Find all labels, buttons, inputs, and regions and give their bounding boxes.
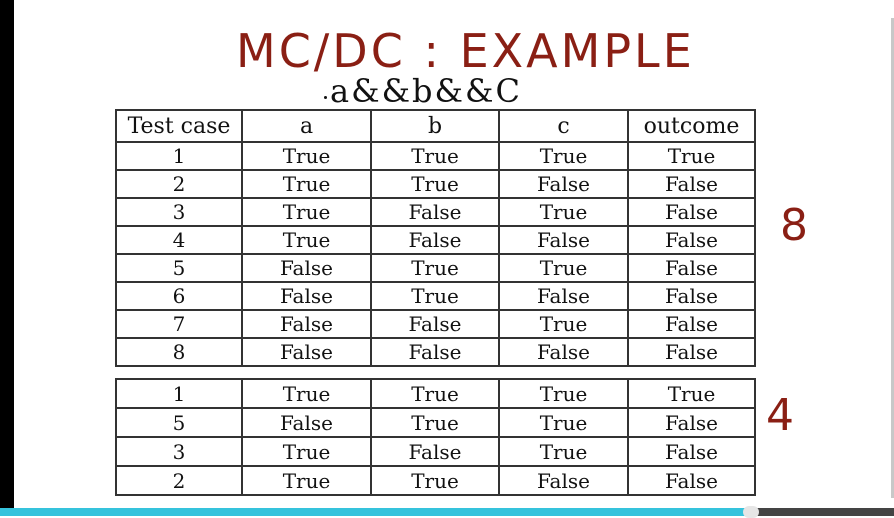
cell-a: True (241, 141, 372, 171)
cell-c: False (498, 169, 629, 199)
cell-c: False (498, 465, 629, 496)
table-row: 1 True True True True (115, 141, 756, 171)
cell-c: False (498, 225, 629, 255)
table-header-row: Test case a b c outcome (115, 109, 756, 143)
cell-b: True (370, 378, 500, 409)
table-row: 3 True False True False (115, 197, 756, 227)
cell-test-case: 6 (115, 281, 243, 311)
cell-outcome: False (627, 169, 756, 199)
cell-b: False (370, 436, 500, 467)
cell-test-case: 2 (115, 465, 243, 496)
video-progress-handle[interactable] (742, 506, 759, 518)
cell-a: True (241, 436, 372, 467)
table-row: 6 False True False False (115, 281, 756, 311)
cell-test-case: 5 (115, 407, 243, 438)
cell-c: False (498, 281, 629, 311)
cell-outcome: False (627, 465, 756, 496)
table-row: 2 True True False False (115, 465, 756, 496)
cell-outcome: False (627, 436, 756, 467)
cell-outcome: False (627, 309, 756, 339)
cell-c: True (498, 436, 629, 467)
cell-a: False (241, 337, 372, 367)
cell-b: True (370, 141, 500, 171)
cell-b: True (370, 281, 500, 311)
header-c: c (498, 109, 629, 143)
cell-a: False (241, 281, 372, 311)
cell-b: True (370, 407, 500, 438)
cell-outcome: False (627, 197, 756, 227)
cell-a: True (241, 197, 372, 227)
mcdc-table-count: 4 (766, 390, 794, 441)
cell-outcome: False (627, 407, 756, 438)
header-b: b (370, 109, 500, 143)
cell-b: True (370, 465, 500, 496)
cell-test-case: 7 (115, 309, 243, 339)
cell-c: False (498, 337, 629, 367)
table-row: 4 True False False False (115, 225, 756, 255)
cell-test-case: 5 (115, 253, 243, 283)
cell-test-case: 3 (115, 197, 243, 227)
cell-b: False (370, 337, 500, 367)
table-row: 5 False True True False (115, 407, 756, 438)
cell-outcome: False (627, 253, 756, 283)
table-row: 3 True False True False (115, 436, 756, 467)
cell-test-case: 1 (115, 378, 243, 409)
cell-outcome: False (627, 281, 756, 311)
header-test-case: Test case (115, 109, 243, 143)
cell-outcome: False (627, 337, 756, 367)
cell-outcome: False (627, 225, 756, 255)
cell-a: True (241, 378, 372, 409)
full-truth-table: Test case a b c outcome 1 True True True Tru… (115, 109, 756, 367)
cell-outcome: True (627, 141, 756, 171)
table-row: 8 False False False False (115, 337, 756, 367)
table-row: 7 False False True False (115, 309, 756, 339)
cell-c: True (498, 197, 629, 227)
cell-a: True (241, 225, 372, 255)
cell-test-case: 4 (115, 225, 243, 255)
video-frame-left-border (0, 0, 14, 516)
cell-c: True (498, 378, 629, 409)
header-a: a (241, 109, 372, 143)
cell-test-case: 2 (115, 169, 243, 199)
table-row: 2 True True False False (115, 169, 756, 199)
full-table-count: 8 (780, 200, 808, 251)
cell-a: True (241, 465, 372, 496)
cell-c: True (498, 407, 629, 438)
cell-c: True (498, 309, 629, 339)
mcdc-test-table: 1 True True True True 5 False True True False 3 Tru… (115, 378, 756, 496)
cell-test-case: 8 (115, 337, 243, 367)
cell-b: True (370, 169, 500, 199)
table-row: 1 True True True True (115, 378, 756, 409)
cell-outcome: True (627, 378, 756, 409)
ink-dot (324, 96, 327, 99)
cell-a: False (241, 407, 372, 438)
header-outcome: outcome (627, 109, 756, 143)
cell-test-case: 1 (115, 141, 243, 171)
cell-test-case: 3 (115, 436, 243, 467)
slide-title: MC/DC : EXAMPLE (236, 24, 695, 78)
video-progress-fill (0, 508, 751, 516)
cell-c: True (498, 253, 629, 283)
cell-b: False (370, 197, 500, 227)
cell-b: False (370, 309, 500, 339)
cell-a: False (241, 309, 372, 339)
table-row: 5 False True True False (115, 253, 756, 283)
cell-a: True (241, 169, 372, 199)
boolean-expression: a&&b&&C (330, 72, 522, 110)
cell-c: True (498, 141, 629, 171)
cell-a: False (241, 253, 372, 283)
video-progress-bar[interactable] (0, 506, 894, 518)
cell-b: True (370, 253, 500, 283)
cell-b: False (370, 225, 500, 255)
